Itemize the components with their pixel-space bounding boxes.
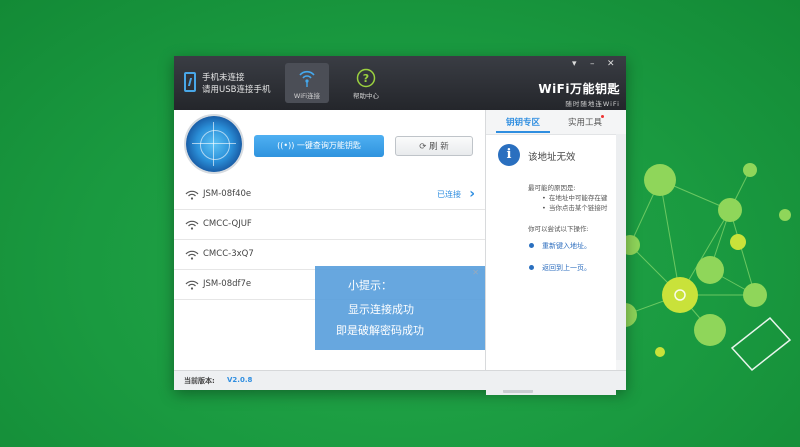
version-label: 当前版本: <box>184 377 215 385</box>
try-header: 你可以尝试以下操作: <box>528 225 589 233</box>
question-icon: ? <box>356 68 376 88</box>
decorative-network-graphic <box>613 163 792 372</box>
query-key-label: 一键查询万能钥匙 <box>296 141 361 150</box>
app-window: 手机未连接 请用USB连接手机 WiFi连接 ? 帮助中心 ▾ – ✕ WiFi… <box>174 56 626 395</box>
network-row[interactable]: CMCC-QJUF <box>174 210 485 240</box>
tab-wifi-connect[interactable]: WiFi连接 <box>285 63 329 103</box>
tab-tools[interactable]: 实用工具 <box>568 116 602 128</box>
wifi-icon <box>185 250 199 260</box>
tip-line1: 显示连接成功 <box>348 303 414 316</box>
phone-status-line1: 手机未连接 <box>202 73 245 83</box>
right-sidebar: 钥钥专区 实用工具 i 该地址无效 最可能的原因是: 在地址中可能存在键 当你点… <box>485 110 626 395</box>
network-ssid: CMCC-QJUF <box>203 219 252 229</box>
tab-key-zone[interactable]: 钥钥专区 <box>506 116 540 128</box>
tab-help-center[interactable]: ? 帮助中心 <box>344 63 388 103</box>
radar-scan-icon <box>186 116 242 172</box>
wifi-icon <box>185 190 199 200</box>
query-key-button[interactable]: ((•)) 一键查询万能钥匙 <box>254 135 384 157</box>
tab-help-label: 帮助中心 <box>353 92 379 100</box>
wifi-icon <box>185 220 199 230</box>
refresh-button[interactable]: ⟳ 刷 新 <box>395 136 473 156</box>
minimize-icon[interactable]: – <box>590 59 595 69</box>
tip-line2: 即是破解密码成功 <box>336 324 424 337</box>
chevron-right-icon[interactable]: › <box>469 186 475 202</box>
refresh-icon: ⟳ <box>419 142 430 152</box>
brand-slogan: 随时随地连WiFi <box>565 100 620 108</box>
menu-dropdown-icon[interactable]: ▾ <box>572 59 577 69</box>
antenna-icon: ((•)) <box>277 141 297 150</box>
retype-address-link[interactable]: 重新键入地址。 <box>529 241 591 251</box>
notification-dot <box>601 115 604 118</box>
phone-icon <box>184 72 196 92</box>
active-tab-underline <box>496 131 550 133</box>
brand-title: WiFi万能钥匙 <box>538 82 620 96</box>
version-value: V2.0.8 <box>227 376 253 384</box>
close-icon[interactable]: ✕ <box>607 59 615 69</box>
brand-logo: WiFi万能钥匙 随时随地连WiFi <box>538 80 620 108</box>
phone-connection-status: 手机未连接 请用USB连接手机 <box>202 72 270 96</box>
title-bar: 手机未连接 请用USB连接手机 WiFi连接 ? 帮助中心 ▾ – ✕ WiFi… <box>174 56 626 110</box>
go-back-link[interactable]: 返回到上一页。 <box>529 263 591 273</box>
tip-overlay: ✕ 小提示： 显示连接成功 即是破解密码成功 <box>315 266 485 350</box>
network-ssid: JSM-08df7e <box>203 279 252 289</box>
tip-title: 小提示： <box>348 279 392 292</box>
tab-wifi-label: WiFi连接 <box>293 92 321 100</box>
info-icon: i <box>498 144 520 166</box>
info-content: i 该地址无效 最可能的原因是: 在地址中可能存在键 当你点击某个链接时 你可以… <box>486 134 616 395</box>
refresh-label: 刷 新 <box>429 142 449 152</box>
tip-close-icon[interactable]: ✕ <box>472 268 479 277</box>
info-title: 该地址无效 <box>528 152 576 163</box>
status-bar: 当前版本: V2.0.8 <box>174 370 626 390</box>
reason-item: 在地址中可能存在键 <box>542 192 608 202</box>
wifi-signal-icon <box>299 70 315 87</box>
network-status: 已连接 <box>437 190 461 199</box>
svg-text:?: ? <box>363 72 369 85</box>
wifi-list-panel: ((•)) 一键查询万能钥匙 ⟳ 刷 新 JSM-08f40e 已连接 › CM… <box>174 110 485 370</box>
network-row[interactable]: JSM-08f40e 已连接 › <box>174 180 485 210</box>
phone-status-line2: 请用USB连接手机 <box>202 85 271 95</box>
network-ssid: CMCC-3xQ7 <box>203 249 254 259</box>
reason-item: 当你点击某个链接时 <box>542 202 608 212</box>
reasons-header: 最可能的原因是: <box>528 184 576 192</box>
wifi-icon <box>185 280 199 290</box>
vertical-scrollbar[interactable] <box>616 134 626 360</box>
network-ssid: JSM-08f40e <box>203 189 252 199</box>
